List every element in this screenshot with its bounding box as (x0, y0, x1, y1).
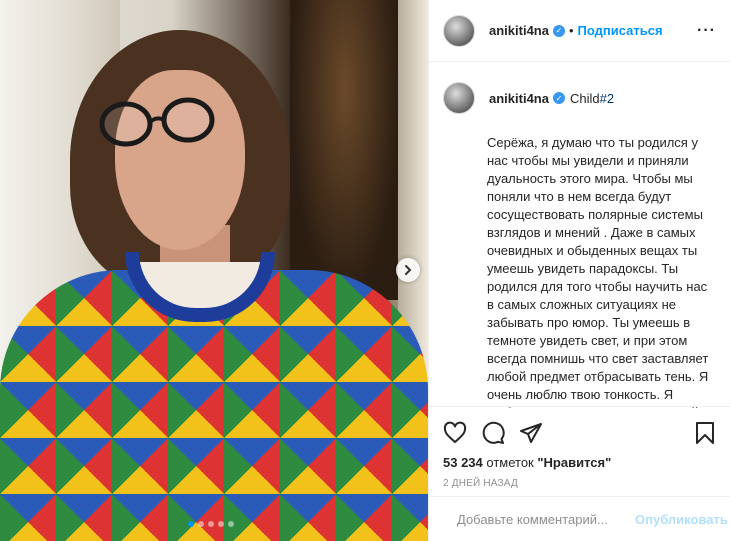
avatar[interactable] (443, 14, 475, 47)
publish-button[interactable]: Опубликовать (635, 512, 728, 527)
header-username[interactable]: anikiti4na (489, 23, 549, 38)
carousel-dot (208, 521, 214, 527)
likes-label: "Нравится" (537, 455, 612, 470)
likes-middle: отметок (482, 455, 538, 470)
carousel-dot (218, 521, 224, 527)
caption-tag: Child#2 (570, 91, 614, 106)
carousel-dot (198, 521, 204, 527)
more-options-icon[interactable]: ··· (697, 22, 716, 40)
header-separator: • (568, 23, 574, 38)
caption-tag-text: Child (569, 90, 600, 106)
post-timestamp[interactable]: 2 ДНЕЙ НАЗАД (443, 478, 717, 489)
action-icons (443, 415, 717, 451)
instagram-post: anikiti4na ✓ • Подписаться ··· anikiti4n… (0, 0, 730, 541)
carousel-dot (188, 521, 194, 527)
heart-icon[interactable] (443, 421, 467, 445)
caption-text: Серёжа, я думаю что ты родился у нас что… (487, 135, 709, 408)
photo-glasses (99, 97, 215, 147)
post-photo[interactable] (0, 0, 428, 541)
share-icon[interactable] (519, 421, 543, 445)
post-header: anikiti4na ✓ • Подписаться ··· (429, 0, 730, 62)
post-actions: 53 234 отметок "Нравится" 2 ДНЕЙ НАЗАД (429, 406, 730, 489)
chevron-right-icon (405, 265, 412, 275)
carousel-dot (228, 521, 234, 527)
caption-area: anikiti4na ✓ Child#2 Серёжа, я думаю что… (429, 62, 730, 408)
avatar[interactable] (443, 82, 475, 114)
carousel-next-button[interactable] (396, 258, 420, 282)
caption-username[interactable]: anikiti4na (489, 91, 549, 106)
hashtag-link[interactable]: #2 (600, 91, 614, 106)
comment-form: Опубликовать (429, 496, 730, 541)
likes-number: 53 234 (443, 455, 483, 470)
bookmark-icon[interactable] (693, 421, 717, 445)
comment-icon[interactable] (481, 421, 505, 445)
verified-badge-icon: ✓ (552, 24, 565, 37)
caption-header: anikiti4na ✓ Child#2 (443, 82, 716, 114)
carousel-indicator (188, 521, 234, 527)
verified-badge-icon: ✓ (552, 92, 565, 104)
follow-button[interactable]: Подписаться (578, 23, 663, 38)
comment-input[interactable] (455, 510, 635, 528)
photo-bg-dark-area (290, 0, 400, 300)
post-side-panel: anikiti4na ✓ • Подписаться ··· anikiti4n… (428, 0, 730, 541)
likes-count[interactable]: 53 234 отметок "Нравится" (443, 455, 717, 470)
